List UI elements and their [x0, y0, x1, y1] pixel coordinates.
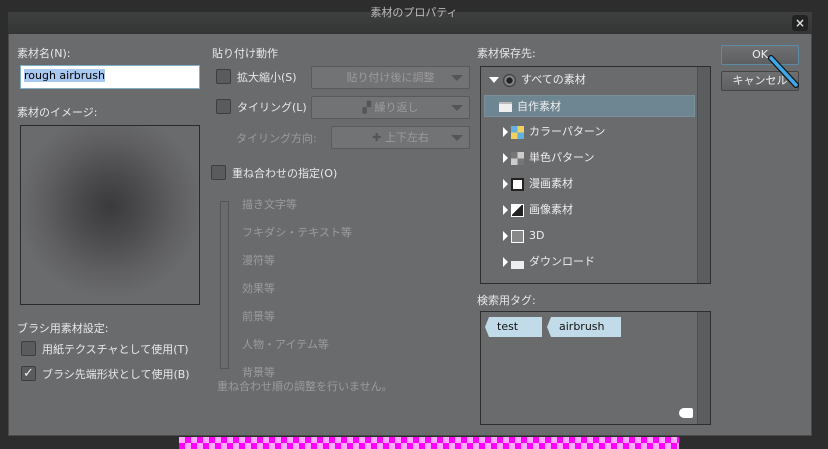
layer-option: 漫符等	[242, 254, 275, 267]
collapsed-arrow-icon	[503, 153, 508, 163]
paper-texture-label: 用紙テクスチャとして使用(T)	[42, 343, 189, 356]
tree-item-image[interactable]: 画像素材	[503, 199, 573, 221]
scale-value: 貼り付け後に調整	[346, 71, 435, 84]
tree-label: ダウンロード	[529, 255, 595, 268]
collapsed-arrow-icon	[503, 231, 508, 241]
scale-dropdown[interactable]: 貼り付け後に調整	[311, 66, 470, 89]
tree-item-all[interactable]: すべての素材	[489, 69, 586, 91]
tiling-direction-label: タイリング方向:	[236, 132, 317, 145]
layer-option: 描き文字等	[242, 198, 297, 211]
layer-option: フキダシ・テキスト等	[242, 226, 352, 239]
direction-icon: ✚	[372, 131, 385, 144]
tiling-repeat-icon: ▞	[362, 101, 375, 114]
cube-icon	[511, 229, 524, 243]
collapsed-arrow-icon	[503, 179, 508, 189]
tree-label: カラーパターン	[529, 125, 606, 138]
tree-label: すべての素材	[521, 73, 586, 86]
scale-checkbox[interactable]	[216, 69, 231, 84]
collapsed-arrow-icon	[503, 205, 508, 215]
material-name-input[interactable]: rough airbrush	[20, 65, 200, 89]
color-pattern-icon	[511, 125, 524, 139]
tree-item-mono-pattern[interactable]: 単色パターン	[503, 147, 594, 169]
layer-option: 前景等	[242, 310, 275, 323]
tree-scrollbar[interactable]	[697, 67, 710, 283]
tiling-direction-dropdown[interactable]: ✚ 上下左右	[331, 126, 470, 149]
chevron-down-icon	[451, 75, 463, 81]
brush-tip-checkbox[interactable]: ✓	[21, 366, 36, 381]
collapsed-arrow-icon	[503, 127, 508, 137]
brush-settings-label: ブラシ用素材設定:	[17, 322, 109, 335]
tiling-checkbox[interactable]	[216, 99, 231, 114]
collapsed-arrow-icon	[503, 257, 508, 267]
tiling-dropdown[interactable]: ▞ 繰り返し	[311, 96, 470, 119]
folder-icon	[499, 102, 512, 112]
transparency-strip	[179, 437, 679, 449]
overlay-order-slider[interactable]	[220, 201, 229, 369]
name-label: 素材名(N):	[17, 47, 71, 60]
save-location-tree: すべての素材 自作素材 カラーパターン 単色パターン 漫画素材 画像素材 3D …	[480, 66, 711, 284]
overlay-label: 重ね合わせの指定(O)	[232, 167, 338, 180]
overlay-checkbox[interactable]	[211, 165, 226, 180]
close-button[interactable]: ×	[792, 15, 808, 31]
paste-heading: 貼り付け動作	[212, 47, 278, 60]
dialog-title: 素材のプロパティ	[370, 6, 458, 19]
expanded-arrow-icon	[489, 77, 499, 83]
download-icon	[511, 255, 524, 269]
tiling-label: タイリング(L)	[237, 101, 307, 114]
chevron-down-icon	[451, 105, 463, 111]
add-tag-icon[interactable]	[679, 408, 693, 418]
manga-icon	[511, 177, 524, 191]
name-value: rough airbrush	[24, 69, 105, 82]
tag-airbrush[interactable]: airbrush	[547, 317, 621, 337]
layer-option: 効果等	[242, 282, 275, 295]
layer-option: 人物・アイテム等	[242, 338, 329, 351]
tree-item-download[interactable]: ダウンロード	[503, 251, 595, 273]
tree-item-3d[interactable]: 3D	[503, 225, 544, 247]
material-preview	[20, 125, 200, 305]
image-label: 素材のイメージ:	[17, 106, 98, 119]
save-location-label: 素材保存先:	[477, 47, 536, 60]
paper-texture-checkbox[interactable]	[21, 341, 36, 356]
tag-scrollbar[interactable]	[697, 312, 710, 424]
tags-label: 検索用タグ:	[477, 294, 536, 307]
tiling-direction-value: 上下左右	[384, 131, 429, 144]
pen-cursor-icon	[768, 55, 799, 88]
tree-item-color-pattern[interactable]: カラーパターン	[503, 121, 605, 143]
tree-item-manga[interactable]: 漫画素材	[503, 173, 573, 195]
circle-icon	[503, 73, 516, 87]
tree-label: 画像素材	[529, 203, 573, 216]
tree-label: 3D	[529, 229, 545, 242]
tree-label: 漫画素材	[529, 177, 573, 190]
tiling-value: 繰り返し	[374, 101, 419, 114]
tree-label: 単色パターン	[529, 151, 595, 164]
brush-tip-label: ブラシ先端形状として使用(B)	[42, 368, 190, 381]
chevron-down-icon	[451, 135, 463, 141]
image-icon	[511, 203, 524, 217]
overlay-footer: 重ね合わせ順の調整を行いません。	[217, 380, 393, 393]
mono-pattern-icon	[511, 151, 524, 165]
tree-label: 自作素材	[517, 100, 561, 113]
tag-test[interactable]: test	[485, 317, 542, 337]
tree-item-my-materials[interactable]: 自作素材	[484, 95, 695, 117]
scale-label: 拡大縮小(S)	[237, 71, 297, 84]
